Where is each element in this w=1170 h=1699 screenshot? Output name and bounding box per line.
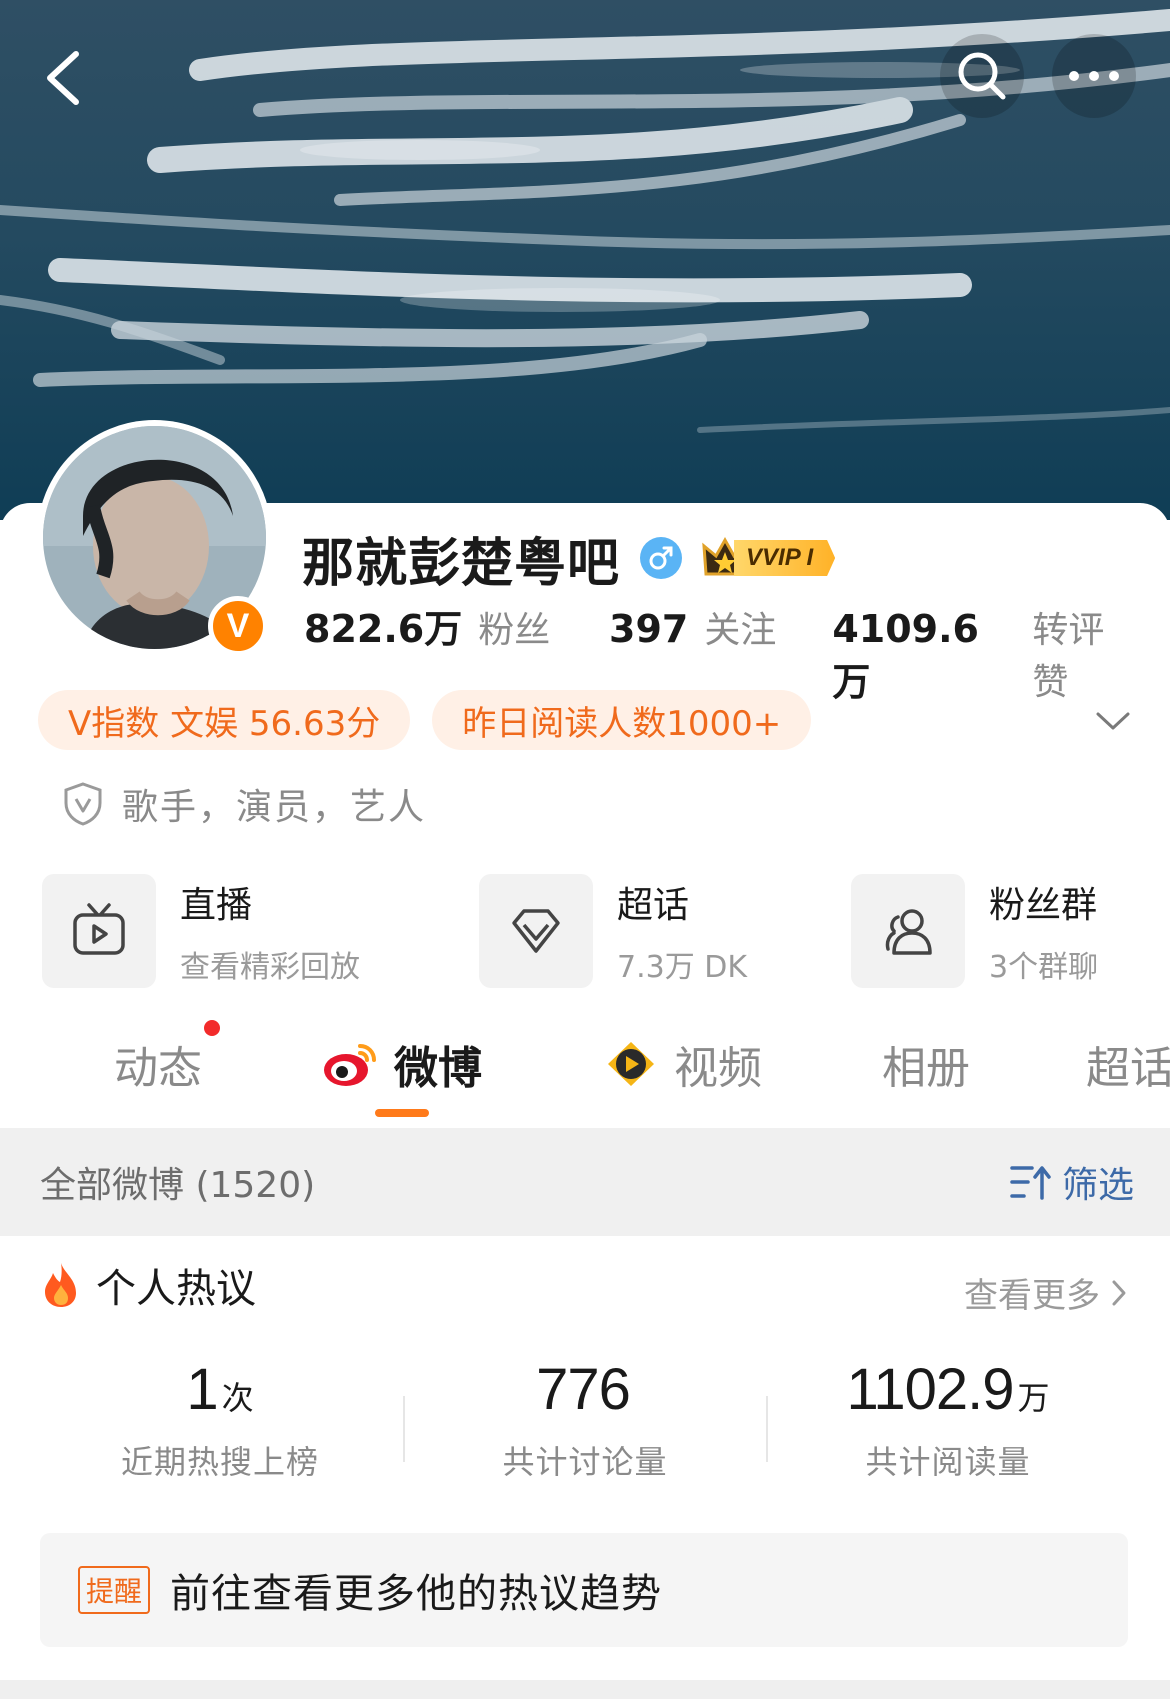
feature-title: 直播	[180, 885, 253, 926]
stats-row: 822.6万 粉丝 397 关注 4109.6万 转评赞	[304, 598, 1140, 704]
feature-row: 直播 查看精彩回放 超话 7.3万 DK 粉丝群 3个群聊	[0, 874, 1170, 988]
diamond-icon	[512, 909, 560, 953]
feature-subtitle: 查看精彩回放	[180, 950, 360, 985]
video-icon	[608, 1042, 654, 1086]
metric-divider	[766, 1396, 768, 1462]
stat-reposts-likes[interactable]: 4109.6万 转评赞	[832, 601, 1140, 706]
v-index-tag[interactable]: V指数 文娱 56.63分	[38, 690, 411, 750]
group-icon	[885, 909, 932, 955]
back-button[interactable]	[20, 36, 104, 120]
tab-super-topic[interactable]: 超话	[1086, 1032, 1170, 1096]
expand-button[interactable]	[1092, 700, 1134, 742]
metric-value: 1	[186, 1357, 218, 1422]
vip-badge-label: VVIP I	[734, 540, 836, 576]
hot-discussion-section: 个人热议 查看更多 1 次 近期热搜上榜 776 共计讨论量 1102.9 万	[0, 1236, 1170, 1699]
hot-header: 个人热议	[40, 1256, 256, 1314]
metric-label: 共计讨论量	[502, 1443, 668, 1481]
tag-row: V指数 文娱 56.63分 昨日阅读人数1000+	[38, 690, 812, 750]
male-icon	[640, 537, 683, 579]
feature-fan-group[interactable]: 粉丝群 3个群聊	[851, 874, 1098, 988]
metric-value: 776	[536, 1357, 631, 1422]
stat-following[interactable]: 397 关注	[609, 601, 832, 653]
filter-button[interactable]: 筛选	[1008, 1156, 1134, 1208]
stat-label: 转评赞	[1032, 610, 1105, 703]
feed-header: 全部微博 (1520) 筛选	[0, 1128, 1170, 1236]
metric-hot-search: 1 次 近期热搜上榜	[40, 1356, 400, 1483]
tab-dynamics[interactable]: 动态	[114, 1032, 202, 1096]
reminder-tag: 提醒	[78, 1566, 151, 1614]
feed-title: 全部微博 (1520)	[40, 1165, 316, 1206]
tv-icon	[73, 903, 125, 955]
hot-metrics: 1 次 近期热搜上榜 776 共计讨论量 1102.9 万 共计阅读量	[0, 1356, 1170, 1496]
feature-title: 粉丝群	[989, 885, 1098, 926]
tab-label: 微博	[394, 1043, 482, 1094]
vip-badge[interactable]: VVIP I	[702, 535, 836, 581]
metric-label: 共计阅读量	[865, 1443, 1031, 1481]
metric-value: 1102.9	[846, 1357, 1014, 1422]
weibo-icon	[324, 1044, 376, 1086]
feature-title: 超话	[617, 885, 690, 926]
chevron-down-icon	[1096, 712, 1130, 730]
search-button[interactable]	[940, 34, 1024, 118]
fire-icon	[45, 1263, 76, 1307]
read-count-tag[interactable]: 昨日阅读人数1000+	[432, 690, 812, 750]
feature-super-topic[interactable]: 超话 7.3万 DK	[479, 874, 747, 988]
reminder-text: 前往查看更多他的热议趋势	[170, 1571, 663, 1617]
view-more-label: 查看更多	[964, 1276, 1100, 1316]
intro-row: 歌手，演员，艺人	[62, 778, 426, 830]
feature-subtitle: 7.3万 DK	[617, 950, 748, 985]
tab-label: 动态	[114, 1043, 202, 1094]
metric-reads: 1102.9 万 共计阅读量	[768, 1356, 1128, 1483]
notification-dot	[204, 1020, 220, 1036]
name-row: 那就彭楚粤吧 VVIP I	[302, 522, 836, 594]
metric-label: 近期热搜上榜	[120, 1443, 319, 1481]
filter-icon	[1010, 1166, 1051, 1200]
shield-icon	[64, 782, 102, 826]
chevron-right-icon	[1112, 1280, 1126, 1305]
feature-icon-box	[42, 874, 156, 988]
stat-label: 关注	[704, 610, 777, 651]
tab-weibo[interactable]: 微博	[322, 1032, 482, 1096]
reminder-banner[interactable]: 提醒 前往查看更多他的热议趋势	[40, 1533, 1128, 1647]
stat-value: 4109.6万	[832, 607, 979, 704]
feature-subtitle: 3个群聊	[989, 950, 1099, 985]
stat-followers[interactable]: 822.6万 粉丝	[304, 598, 609, 653]
intro-text: 歌手，演员，艺人	[122, 787, 427, 828]
metric-unit: 万	[1017, 1379, 1050, 1417]
profile-name: 那就彭楚粤吧	[302, 533, 621, 594]
profile-tabs: 动态 微博 视频 相册 超话	[0, 1010, 1170, 1120]
metric-discussions: 776 共计讨论量	[405, 1356, 765, 1483]
tab-video[interactable]: 视频	[602, 1032, 762, 1096]
more-button[interactable]	[1052, 34, 1136, 118]
stat-value: 397	[609, 607, 689, 651]
view-more-link[interactable]: 查看更多	[964, 1268, 1130, 1317]
active-tab-indicator	[375, 1109, 429, 1117]
filter-label: 筛选	[1061, 1165, 1134, 1206]
hot-title: 个人热议	[96, 1266, 256, 1312]
feature-icon-box	[479, 874, 593, 988]
tab-label: 相册	[882, 1043, 970, 1094]
feature-live[interactable]: 直播 查看精彩回放	[42, 874, 360, 988]
feature-icon-box	[851, 874, 965, 988]
metric-divider	[403, 1396, 405, 1462]
stat-label: 粉丝	[478, 610, 551, 651]
metric-unit: 次	[221, 1379, 254, 1417]
back-icon	[47, 51, 79, 105]
bottom-divider	[0, 1680, 1170, 1699]
tab-album[interactable]: 相册	[882, 1032, 970, 1096]
stat-value: 822.6万	[304, 607, 463, 651]
verified-badge: V	[208, 596, 268, 656]
search-icon	[958, 52, 1006, 100]
tab-label: 视频	[674, 1043, 762, 1094]
more-icon	[1069, 71, 1119, 81]
tab-label: 超话	[1086, 1043, 1170, 1094]
